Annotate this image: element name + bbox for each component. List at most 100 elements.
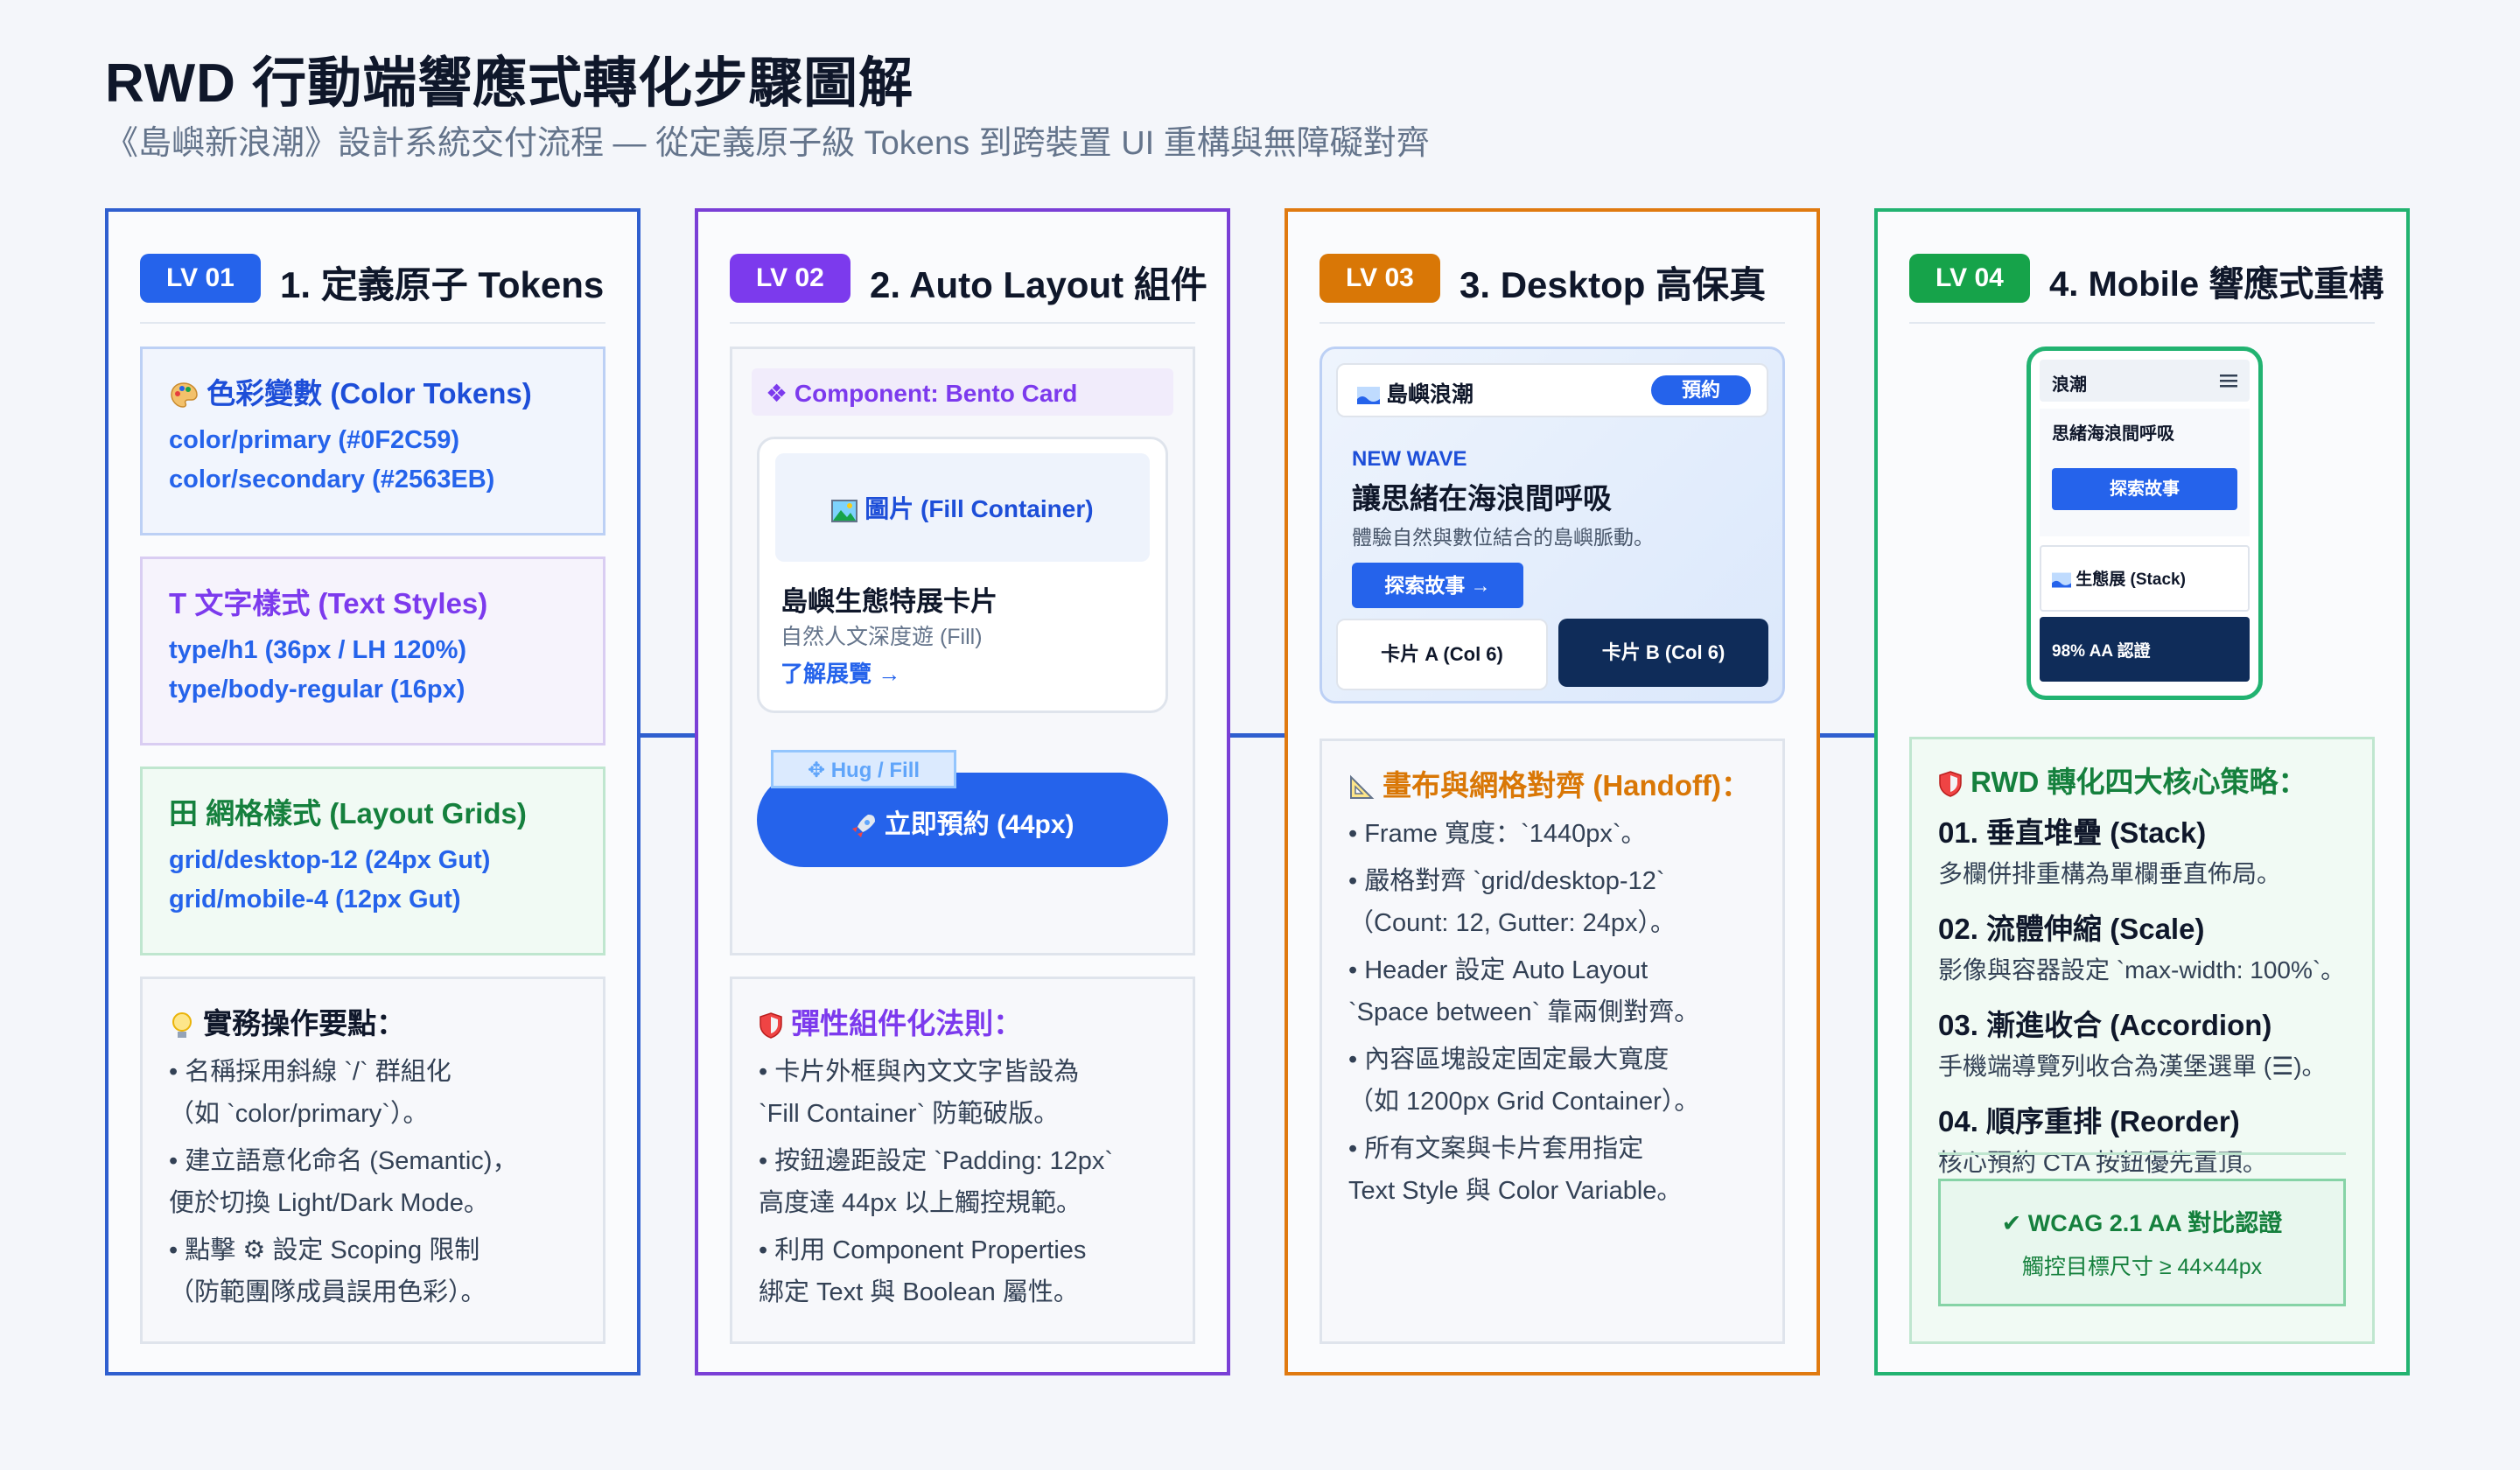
hamburger-menu-icon[interactable] bbox=[2220, 374, 2237, 388]
desktop-nav: 島嶼浪潮 預約 bbox=[1336, 363, 1768, 417]
tip-line: 便於切換 Light/Dark Mode。 bbox=[169, 1189, 489, 1217]
layout-grids-box: 田 網格樣式 (Layout Grids) grid/desktop-12 (2… bbox=[140, 766, 606, 956]
rule-line: 綁定 Text 與 Boolean 屬性。 bbox=[759, 1278, 1079, 1306]
text-styles-box: T 文字樣式 (Text Styles) type/h1 (36px / LH … bbox=[140, 556, 606, 746]
page-subtitle: 《島嶼新浪潮》設計系統交付流程 — 從定義原子級 Tokens 到跨裝置 UI … bbox=[105, 125, 1430, 162]
wcag-badge: ✔ WCAG 2.1 AA 對比認證 觸控目標尺寸 ≥ 44×44px bbox=[1938, 1179, 2346, 1306]
card-link[interactable]: 了解展覽 → bbox=[780, 656, 900, 689]
component-frame: ❖ Component: Bento Card 圖片 (Fill Contain… bbox=[730, 346, 1195, 956]
card-a[interactable]: 卡片 A (Col 6) bbox=[1336, 619, 1548, 690]
hero-kicker: NEW WAVE bbox=[1352, 447, 1467, 471]
strategy-desc: 多欄併排重構為單欄垂直佈局。 bbox=[1938, 860, 2282, 887]
nav-brand: 島嶼浪潮 bbox=[1385, 382, 1474, 407]
rule-line: • 按鈕邊距設定 `Padding: 12px` bbox=[759, 1147, 1114, 1175]
level-badge: LV 04 bbox=[1909, 254, 2030, 303]
ruler-triangle-icon bbox=[1350, 774, 1375, 800]
token-line: grid/mobile-4 (12px Gut) bbox=[169, 886, 461, 914]
image-label: 圖片 (Fill Container) bbox=[864, 495, 1094, 522]
phone-aa-label: 98% AA 認證 bbox=[2052, 642, 2151, 661]
handoff-line: （Count: 12, Gutter: 24px）。 bbox=[1348, 909, 1676, 937]
connector-2-3 bbox=[1230, 733, 1284, 738]
handoff-line: （如 1200px Grid Container）。 bbox=[1348, 1088, 1700, 1116]
handoff-line: • Header 設定 Auto Layout bbox=[1348, 956, 1648, 984]
token-line: color/primary (#0F2C59) bbox=[169, 426, 460, 454]
strategy-desc: 影像與容器設定 `max-width: 100%`。 bbox=[1938, 956, 2346, 984]
panel-tokens: LV 01 1. 定義原子 Tokens 色彩變數 (Color Tokens)… bbox=[105, 208, 640, 1376]
connector-3-4 bbox=[1820, 733, 1874, 738]
panel-auto-layout: LV 02 2. Auto Layout 組件 ❖ Component: Ben… bbox=[695, 208, 1230, 1376]
token-line: type/body-regular (16px) bbox=[169, 676, 466, 704]
shield-icon bbox=[1939, 771, 1962, 798]
hug-fill-label: ✥ Hug / Fill bbox=[807, 759, 920, 782]
tip-line: • 點擊 ⚙ 設定 Scoping 限制 bbox=[169, 1236, 480, 1264]
rocket-icon bbox=[852, 815, 876, 838]
connector-1-2 bbox=[640, 733, 695, 738]
desktop-mockup: 島嶼浪潮 預約 NEW WAVE 讓思緒在海浪間呼吸 體驗自然與數位結合的島嶼脈… bbox=[1320, 346, 1785, 704]
handoff-line: • 嚴格對齊 `grid/desktop-12` bbox=[1348, 867, 1665, 895]
rule-line: 高度達 44px 以上觸控規範。 bbox=[759, 1189, 1082, 1217]
rules-box: 彈性組件化法則： • 卡片外框與內文文字皆設為 `Fill Container`… bbox=[730, 976, 1195, 1344]
rules-title: 彈性組件化法則： bbox=[791, 1007, 1023, 1040]
panel-desktop: LV 03 3. Desktop 高保真 島嶼浪潮 預約 NEW WAVE 讓思… bbox=[1284, 208, 1820, 1376]
strategy-title: RWD 轉化四大核心策略： bbox=[1970, 766, 2307, 798]
phone-explore-button[interactable]: 探索故事 bbox=[2052, 468, 2237, 510]
text-styles-title: T 文字樣式 (Text Styles) bbox=[169, 587, 488, 620]
divider bbox=[1938, 1152, 2346, 1155]
nav-reserve-button[interactable]: 預約 bbox=[1651, 375, 1751, 405]
panel-mobile: LV 04 4. Mobile 響應式重構 浪潮 思緒海浪間呼吸 探索故事 生態… bbox=[1874, 208, 2410, 1376]
panel-title: 2. Auto Layout 組件 bbox=[870, 264, 1208, 305]
panel-title: 1. 定義原子 Tokens bbox=[280, 264, 605, 305]
rule-line: `Fill Container` 防範破版。 bbox=[759, 1100, 1060, 1128]
shield-icon bbox=[760, 1012, 782, 1040]
page-title: RWD 行動端響應式轉化步驟圖解 bbox=[105, 53, 914, 114]
handoff-title: 畫布與網格對齊 (Handoff)： bbox=[1382, 769, 1750, 802]
handoff-box: 畫布與網格對齊 (Handoff)： • Frame 寬度：`1440px`。 … bbox=[1320, 738, 1785, 1344]
hug-fill-tag: ✥ Hug / Fill bbox=[771, 750, 956, 788]
card-image: 圖片 (Fill Container) bbox=[775, 453, 1150, 562]
level-badge: LV 02 bbox=[730, 254, 850, 303]
strategy-heading: 01. 垂直堆疊 (Stack) bbox=[1938, 816, 2207, 849]
tips-title: 實務操作要點： bbox=[203, 1007, 406, 1040]
token-line: type/h1 (36px / LH 120%) bbox=[169, 636, 467, 664]
hero-title: 讓思緒在海浪間呼吸 bbox=[1352, 482, 1612, 514]
lightbulb-icon bbox=[172, 1012, 192, 1039]
panel-title: 3. Desktop 高保真 bbox=[1460, 264, 1767, 305]
color-tokens-box: 色彩變數 (Color Tokens) color/primary (#0F2C… bbox=[140, 346, 606, 536]
phone-aa-card: 98% AA 認證 bbox=[2040, 617, 2250, 682]
level-badge: LV 03 bbox=[1320, 254, 1440, 303]
tip-line: • 建立語意化命名 (Semantic)， bbox=[169, 1147, 518, 1175]
bento-card[interactable]: 圖片 (Fill Container) 島嶼生態特展卡片 自然人文深度遊 (Fi… bbox=[757, 437, 1168, 713]
strategy-box: RWD 轉化四大核心策略： 01. 垂直堆疊 (Stack) 多欄併排重構為單欄… bbox=[1909, 737, 2375, 1344]
palette-icon bbox=[171, 382, 198, 409]
level-badge: LV 01 bbox=[140, 254, 261, 303]
wave-icon bbox=[1357, 387, 1380, 405]
panel-header: LV 02 2. Auto Layout 組件 bbox=[730, 247, 1208, 324]
phone-hero-title: 思緒海浪間呼吸 bbox=[2052, 424, 2174, 444]
token-line: grid/desktop-12 (24px Gut) bbox=[169, 846, 491, 874]
tip-line: • 名稱採用斜線 `/` 群組化 bbox=[169, 1058, 452, 1086]
card-b[interactable]: 卡片 B (Col 6) bbox=[1558, 619, 1768, 687]
phone-nav: 浪潮 bbox=[2040, 360, 2250, 402]
component-label: ❖ Component: Bento Card bbox=[766, 380, 1078, 407]
layout-grids-title: 田 網格樣式 (Layout Grids) bbox=[169, 797, 527, 830]
strategy-desc: 手機端導覽列收合為漢堡選單 (☰)。 bbox=[1938, 1053, 2327, 1080]
panel-title: 4. Mobile 響應式重構 bbox=[2049, 265, 2384, 304]
phone-mockup: 浪潮 思緒海浪間呼吸 探索故事 生態展 (Stack) 98% AA 認證 bbox=[2026, 346, 2263, 700]
strategy-heading: 02. 流體伸縮 (Scale) bbox=[1938, 913, 2205, 945]
hero-explore-button[interactable]: 探索故事 → bbox=[1352, 563, 1523, 608]
phone-stack-card[interactable]: 生態展 (Stack) bbox=[2040, 545, 2250, 612]
handoff-line: • 所有文案與卡片套用指定 bbox=[1348, 1135, 1644, 1163]
rule-line: • 卡片外框與內文文字皆設為 bbox=[759, 1058, 1080, 1086]
wave-icon bbox=[2052, 572, 2071, 588]
wcag-subtitle: 觸控目標尺寸 ≥ 44×44px bbox=[2021, 1255, 2263, 1279]
hero-subtitle: 體驗自然與數位結合的島嶼脈動。 bbox=[1352, 526, 1654, 549]
strategy-desc: 核心預約 CTA 按鈕優先置頂。 bbox=[1938, 1149, 2267, 1176]
wcag-title: ✔ WCAG 2.1 AA 對比認證 bbox=[2001, 1210, 2283, 1236]
component-label-bar: ❖ Component: Bento Card bbox=[752, 368, 1173, 416]
panel-header: LV 04 4. Mobile 響應式重構 bbox=[1909, 247, 2384, 324]
token-line: color/secondary (#2563EB) bbox=[169, 466, 495, 494]
panel-header: LV 03 3. Desktop 高保真 bbox=[1320, 247, 1785, 324]
phone-stack-label: 生態展 (Stack) bbox=[2076, 570, 2186, 589]
card-title: 島嶼生態特展卡片 bbox=[780, 586, 998, 617]
tip-line: （如 `color/primary`）。 bbox=[169, 1100, 429, 1128]
